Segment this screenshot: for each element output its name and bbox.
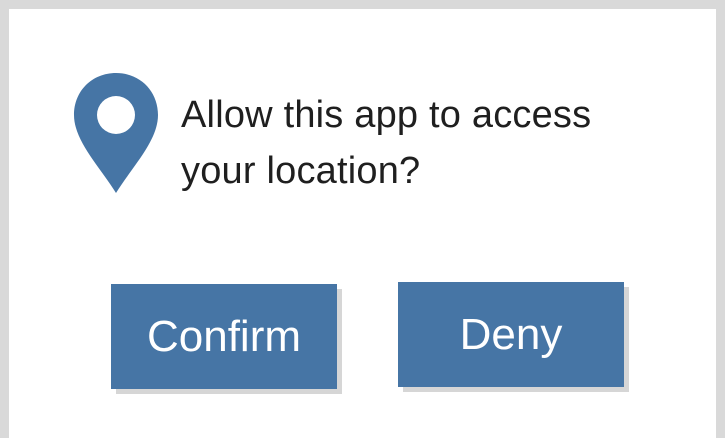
deny-button[interactable]: Deny bbox=[398, 282, 624, 387]
location-pin-icon bbox=[72, 71, 160, 195]
location-permission-dialog: Allow this app to access your location? … bbox=[9, 9, 716, 438]
permission-message: Allow this app to access your location? bbox=[181, 87, 681, 199]
confirm-button[interactable]: Confirm bbox=[111, 284, 337, 389]
message-line-2: your location? bbox=[181, 150, 421, 192]
message-line-1: Allow this app to access bbox=[181, 94, 592, 136]
